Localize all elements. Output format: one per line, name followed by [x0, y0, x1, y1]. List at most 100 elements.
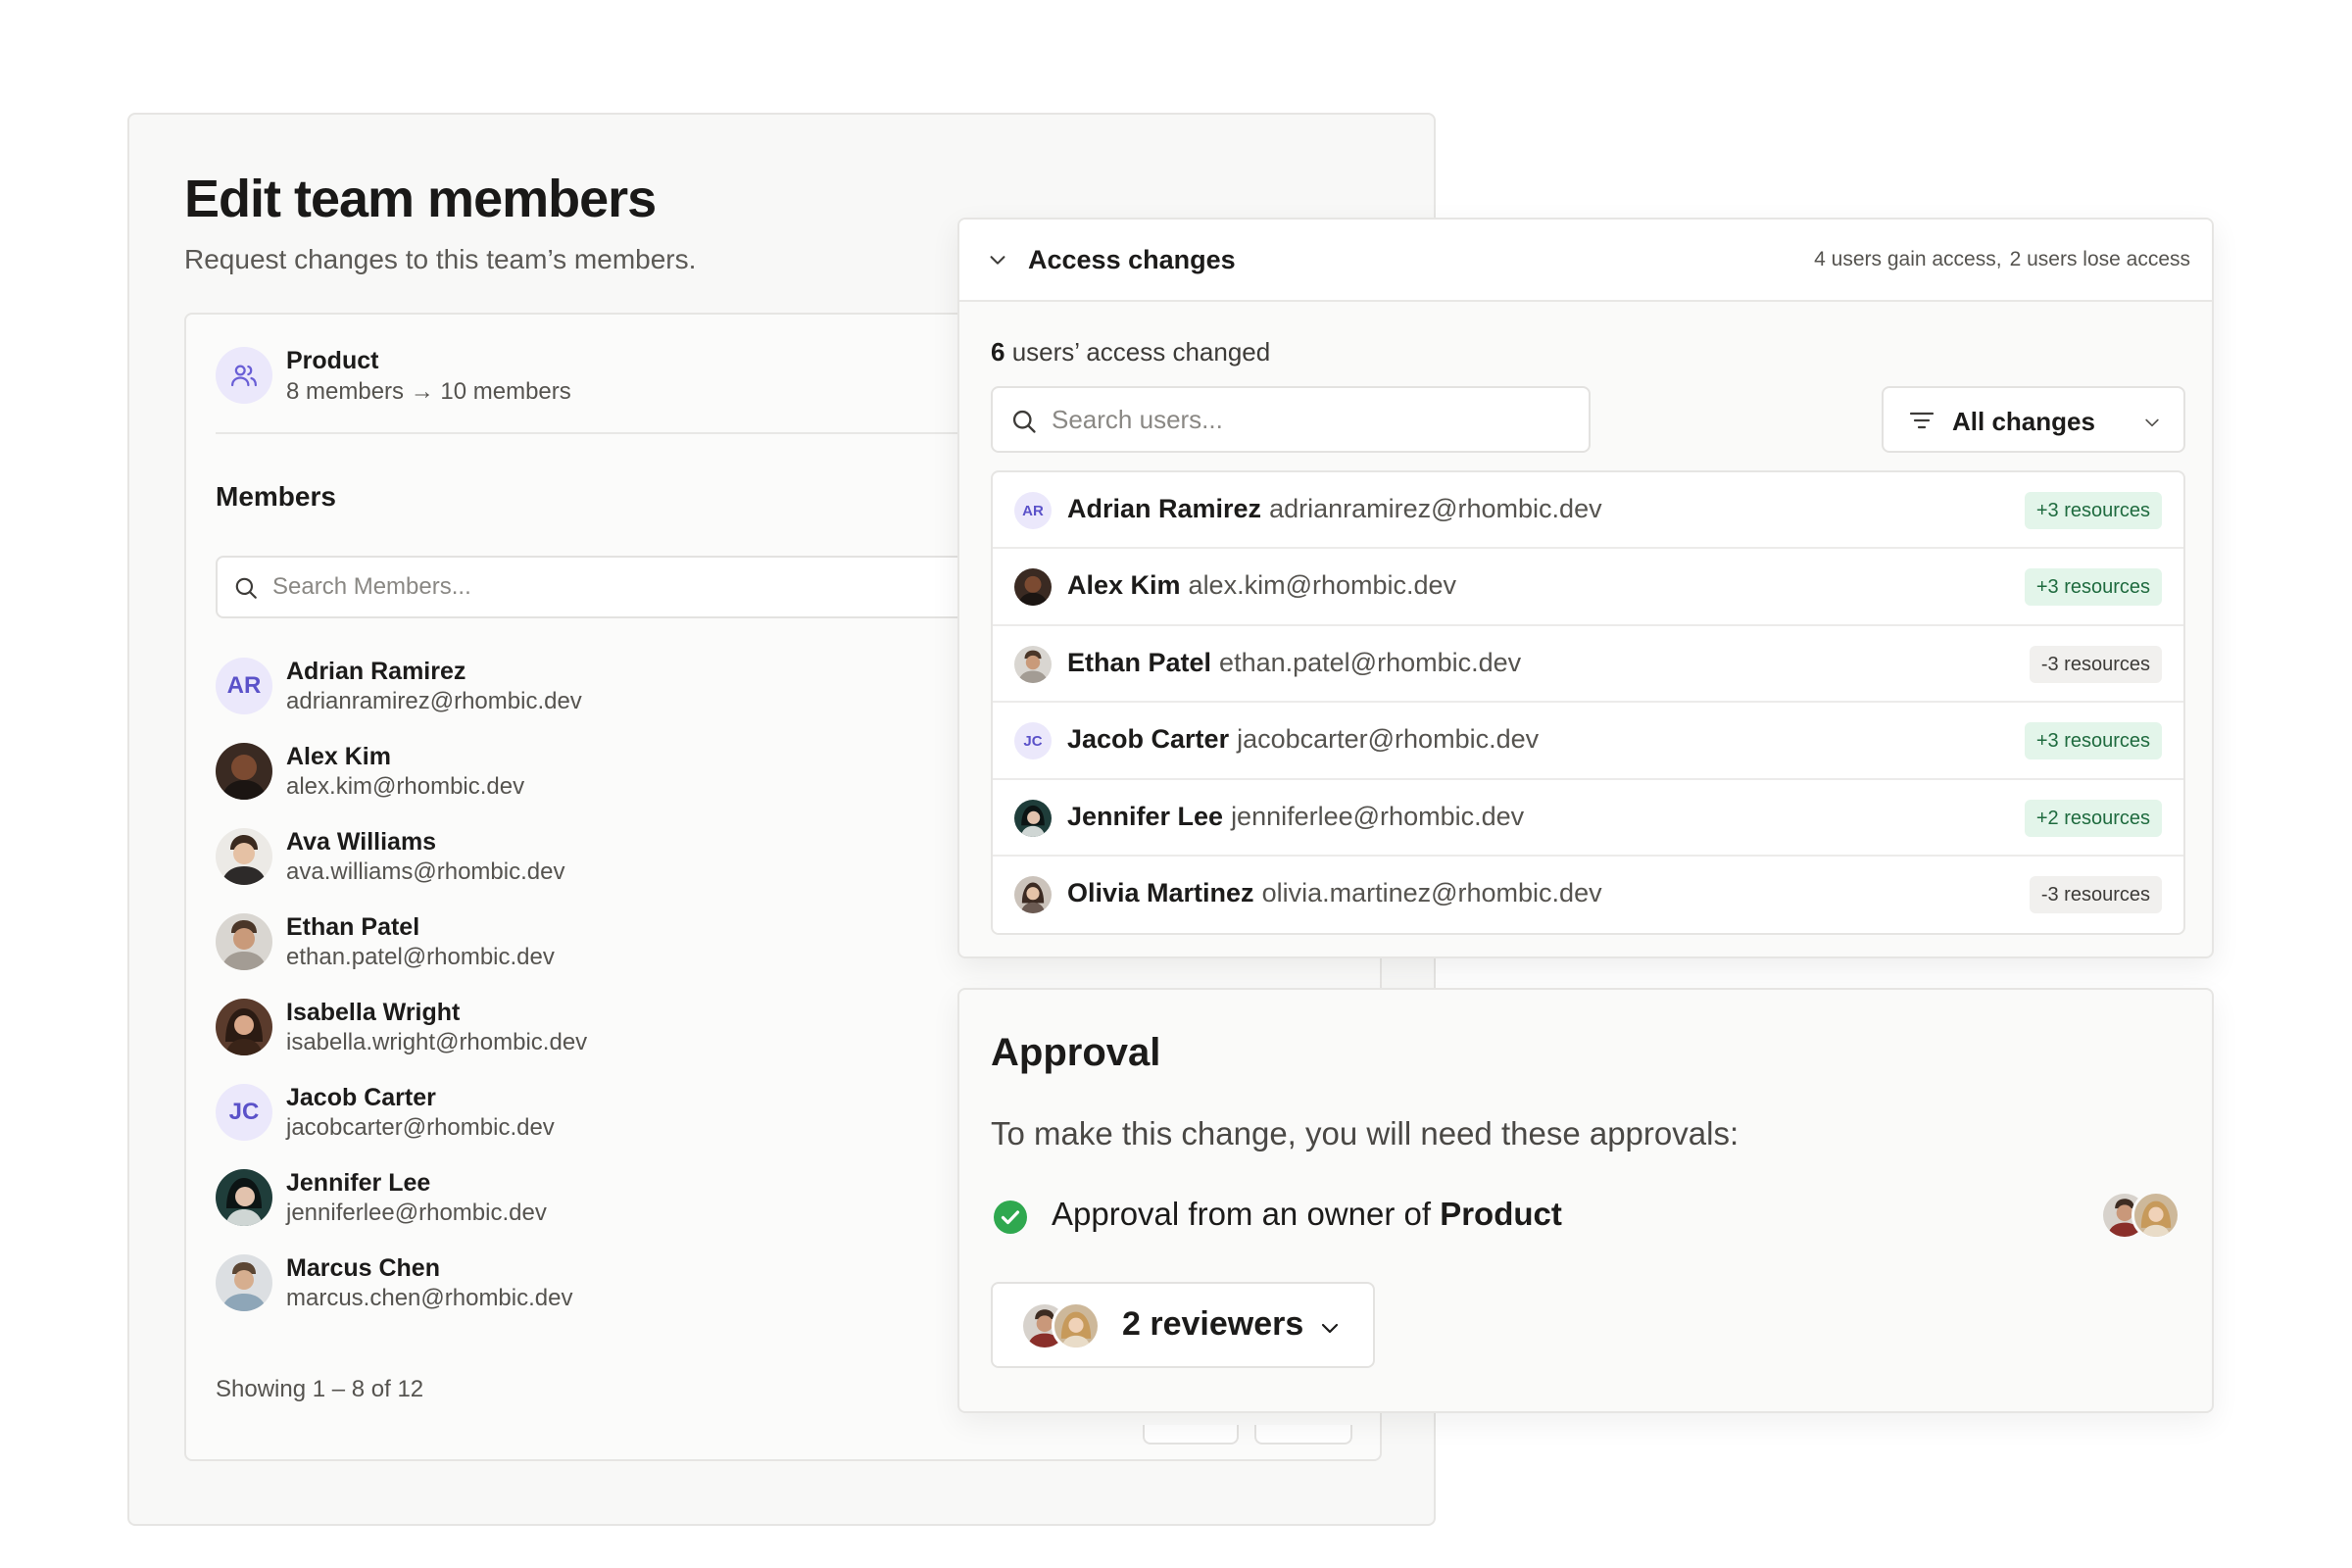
member-row[interactable]: Marcus Chen marcus.chen@rhombic.dev — [216, 1254, 902, 1340]
member-name: Adrian Ramirez — [286, 658, 466, 685]
resources-badge: -3 resources — [2029, 875, 2162, 913]
page-subtitle: Request changes to this team’s members. — [184, 244, 697, 274]
check-circle-icon — [994, 1200, 1027, 1234]
list-item[interactable]: JC Jacob Carter jacobcarter@rhombic.dev +… — [993, 703, 2183, 780]
access-change-list: AR Adrian Ramirez adrianramirez@rhombic.d… — [991, 470, 2185, 935]
approval-requirement-team: Product — [1440, 1196, 1562, 1232]
member-name: Ethan Patel — [286, 913, 420, 941]
members-heading: Members — [216, 481, 336, 512]
member-row[interactable]: JC Jacob Carter jacobcarter@rhombic.dev — [216, 1084, 902, 1169]
avatar — [216, 743, 272, 800]
access-summary: 4 users gain access, 2 users lose access — [1806, 248, 2190, 271]
user-search-input[interactable] — [1052, 388, 1561, 451]
member-email: jenniferlee@rhombic.dev — [286, 1200, 547, 1226]
member-name: Marcus Chen — [286, 1254, 440, 1282]
chevron-down-icon — [1321, 1323, 1339, 1334]
next-page-button[interactable] — [1254, 1425, 1352, 1445]
avatar — [2132, 1191, 2180, 1240]
member-row[interactable]: Jennifer Lee jenniferlee@rhombic.dev — [216, 1169, 902, 1254]
chevron-down-icon[interactable] — [987, 249, 1008, 270]
lose-summary: 2 users lose access — [2009, 248, 2190, 270]
access-changes-header[interactable]: Access changes 4 users gain access, 2 use… — [959, 220, 2212, 302]
user-name: Jacob Carter — [1067, 724, 1230, 755]
avatar — [1052, 1301, 1101, 1350]
search-icon — [235, 577, 257, 599]
avatar — [216, 999, 272, 1055]
users-icon — [216, 347, 272, 404]
avatar — [216, 913, 272, 970]
approval-title: Approval — [991, 1031, 1161, 1074]
avatar — [216, 828, 272, 885]
reviewer-avatars — [1020, 1299, 1104, 1352]
gain-summary: 4 users gain access, — [1814, 248, 2002, 270]
member-email: ethan.patel@rhombic.dev — [286, 944, 555, 970]
resources-badge: +2 resources — [2024, 799, 2162, 837]
resources-badge: +3 resources — [2024, 568, 2162, 607]
avatar — [216, 1169, 272, 1226]
approval-requirement: Approval from an owner of Product — [1052, 1196, 1562, 1233]
list-item[interactable]: Ethan Patel ethan.patel@rhombic.dev -3 re… — [993, 626, 2183, 704]
access-changes-title: Access changes — [1028, 245, 1236, 274]
member-name: Jacob Carter — [286, 1084, 436, 1111]
approval-description: To make this change, you will need these… — [991, 1115, 1740, 1152]
owner-avatars — [2100, 1191, 2182, 1242]
user-name: Ethan Patel — [1067, 647, 1212, 677]
avatar: AR — [1014, 492, 1052, 529]
user-name: Olivia Martinez — [1067, 877, 1254, 907]
changed-count: 6 users’ access changed — [991, 337, 1270, 368]
reviewers-dropdown[interactable]: 2 reviewers — [991, 1282, 1375, 1368]
user-search[interactable] — [991, 386, 1591, 453]
team-member-change: 8 members → 10 members — [286, 378, 571, 405]
member-list: AR Adrian Ramirez adrianramirez@rhombic.… — [216, 658, 902, 1340]
reviewers-label: 2 reviewers — [1122, 1305, 1304, 1343]
filter-label: All changes — [1952, 407, 2095, 436]
user-name: Alex Kim — [1067, 570, 1181, 601]
member-row[interactable]: Alex Kim alex.kim@rhombic.dev — [216, 743, 902, 828]
avatar — [1014, 875, 1052, 913]
user-email: alex.kim@rhombic.dev — [1188, 570, 1457, 601]
avatar — [1014, 645, 1052, 683]
avatar — [216, 1254, 272, 1311]
member-email: alex.kim@rhombic.dev — [286, 773, 525, 800]
resources-badge: +3 resources — [2024, 722, 2162, 760]
list-item[interactable]: Alex Kim alex.kim@rhombic.dev +3 resource… — [993, 549, 2183, 626]
previous-page-button[interactable] — [1143, 1425, 1239, 1445]
member-email: isabella.wright@rhombic.dev — [286, 1029, 588, 1055]
search-icon — [1012, 410, 1036, 433]
team-name: Product — [286, 347, 379, 374]
user-name: Jennifer Lee — [1067, 801, 1224, 831]
member-row[interactable]: AR Adrian Ramirez adrianramirez@rhombic.… — [216, 658, 902, 743]
user-email: jenniferlee@rhombic.dev — [1231, 801, 1525, 831]
avatar — [1014, 799, 1052, 837]
avatar — [1014, 568, 1052, 607]
member-row[interactable]: Isabella Wright isabella.wright@rhombic.… — [216, 999, 902, 1084]
user-email: adrianramirez@rhombic.dev — [1269, 494, 1602, 523]
avatar: JC — [216, 1084, 272, 1141]
user-name: Adrian Ramirez — [1067, 494, 1262, 523]
member-email: jacobcarter@rhombic.dev — [286, 1114, 555, 1141]
user-email: jacobcarter@rhombic.dev — [1237, 724, 1540, 755]
member-email: adrianramirez@rhombic.dev — [286, 688, 582, 714]
changed-count-label: users’ access changed — [1011, 337, 1271, 367]
member-row[interactable]: Ethan Patel ethan.patel@rhombic.dev — [216, 913, 902, 999]
member-email: ava.williams@rhombic.dev — [286, 858, 565, 885]
user-email: olivia.martinez@rhombic.dev — [1261, 877, 1602, 907]
changes-filter-dropdown[interactable]: All changes — [1882, 386, 2185, 453]
approval-panel: Approval To make this change, you will n… — [957, 988, 2214, 1413]
member-row[interactable]: Ava Williams ava.williams@rhombic.dev — [216, 828, 902, 913]
list-item[interactable]: Jennifer Lee jenniferlee@rhombic.dev +2 r… — [993, 780, 2183, 857]
filter-icon — [1909, 412, 1935, 429]
member-email: marcus.chen@rhombic.dev — [286, 1285, 573, 1311]
list-item[interactable]: AR Adrian Ramirez adrianramirez@rhombic.d… — [993, 472, 2183, 550]
avatar: JC — [1014, 722, 1052, 760]
page-title: Edit team members — [184, 170, 657, 228]
chevron-down-icon — [2145, 418, 2159, 427]
member-name: Isabella Wright — [286, 999, 461, 1026]
resources-badge: -3 resources — [2029, 645, 2162, 683]
member-name: Ava Williams — [286, 828, 437, 856]
approval-requirement-text: Approval from an owner of — [1052, 1196, 1432, 1232]
member-name: Jennifer Lee — [286, 1169, 431, 1197]
resources-badge: +3 resources — [2024, 492, 2162, 529]
access-changes-panel: Access changes 4 users gain access, 2 use… — [957, 218, 2214, 958]
list-item[interactable]: Olivia Martinez olivia.martinez@rhombic.d… — [993, 857, 2183, 933]
